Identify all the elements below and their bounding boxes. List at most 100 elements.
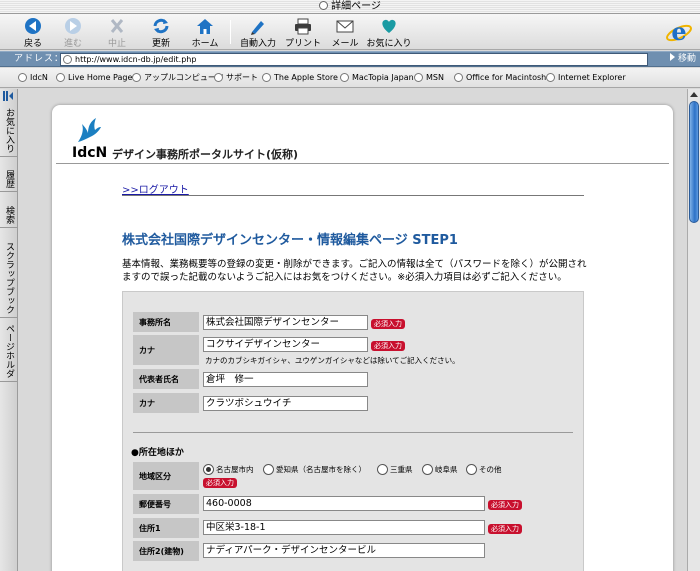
forward-arrow-icon [65,18,81,34]
region-radio-aichi[interactable]: 愛知県（名古屋市を除く） [263,464,366,476]
home-button[interactable]: ホーム [188,17,222,49]
side-tab-scrapbook[interactable]: スクラップブック [0,239,17,318]
window-title: 詳細ページ [331,1,381,12]
side-tab-page-holder[interactable]: ページホルダ [0,321,17,382]
favorite-link[interactable]: アップルコンピュータ [132,73,224,83]
globe-icon [454,73,463,82]
logout-link[interactable]: >>ログアウト [122,181,189,196]
intro-text: 基本情報、業務概要等の登録の変更・削除ができます。ご記入の情報は全て（パスワード… [122,259,587,283]
favorite-label: MacTopia Japan [352,73,414,82]
favorite-label: IdcN [30,73,48,82]
location-section-title: ●所在地ほか [131,448,184,458]
side-tab-history[interactable]: 履歴 [0,167,17,192]
favorite-label: Live Home Page [68,73,133,82]
mail-button[interactable]: メール [330,17,360,49]
autofill-icon [251,21,264,35]
stop-button[interactable]: 中止 [102,17,132,49]
radio-icon [466,464,477,475]
refresh-button[interactable]: 更新 [146,17,176,49]
mail-icon [336,20,354,33]
kana-label: カナ [133,335,199,365]
refresh-icon [153,18,169,34]
radio-selected-icon [203,464,214,475]
postal-input[interactable]: 460-0008 [203,496,485,511]
window-title-bar: 詳細ページ [0,0,700,14]
radio-label: 愛知県（名古屋市を除く） [276,465,366,474]
explorer-sidebar: お気に入り 履歴 検索 スクラップブック ページホルダ [0,89,18,571]
globe-icon [132,73,141,82]
kana-input[interactable]: コクサイデザインセンター [203,337,368,352]
favorite-link[interactable]: Office for Macintosh [454,73,546,83]
favorite-link[interactable]: Live Home Page [56,73,132,83]
required-badge: 必須入力 [203,478,237,488]
representative-kana-input[interactable]: クラツボシュウイチ [203,396,368,411]
favorite-label: アップルコンピュータ [144,73,224,82]
svg-text:e: e [671,17,686,46]
favorite-link[interactable]: The Apple Store [262,73,338,83]
header-divider [56,163,669,164]
stop-label: 中止 [107,39,126,49]
forward-button[interactable]: 進む [58,17,88,49]
address2-input[interactable]: ナディアパーク・デザインセンタービル [203,543,485,558]
mail-label: メール [331,39,359,49]
stop-icon [110,19,124,33]
internet-explorer-logo-icon: e [666,17,692,46]
region-radio-other[interactable]: その他 [466,464,502,476]
globe-icon [262,73,271,82]
globe-icon [414,73,423,82]
radio-label: 名古屋市内 [216,465,254,474]
favorite-link[interactable]: Internet Explorer [546,73,626,83]
bird-logo-icon [78,118,101,142]
print-label: プリント [284,39,321,49]
side-tab-favorites[interactable]: お気に入り [0,105,17,157]
home-icon [197,19,213,34]
favorite-label: MSN [426,73,444,82]
region-radio-gifu[interactable]: 岐阜県 [422,464,458,476]
go-label: 移動 [677,54,696,64]
heart-icon [382,19,396,33]
favorites-button[interactable]: お気に入り [366,17,412,49]
back-button[interactable]: 戻る [18,17,48,49]
home-label: ホーム [191,39,219,49]
autofill-button[interactable]: 自動入力 [238,17,278,49]
scroll-up-arrow-icon[interactable] [690,92,698,97]
radio-icon [422,464,433,475]
favorite-link[interactable]: MSN [414,73,444,83]
region-radio-mie[interactable]: 三重県 [377,464,413,476]
vertical-scrollbar[interactable] [687,89,700,571]
address1-label: 住所1 [133,518,199,538]
autofill-label: 自動入力 [239,39,276,49]
web-content: IdcN デザイン事務所ポータルサイト(仮称) >>ログアウト 株式会社国際デザ… [19,89,687,571]
back-label: 戻る [23,39,42,49]
page-icon [319,1,329,10]
address1-input[interactable]: 中区栄3-18-1 [203,520,485,535]
representative-input[interactable]: 倉坪 修一 [203,372,368,387]
forward-label: 進む [63,39,82,49]
favorites-bar: IdcN Live Home Page アップルコンピュータ サポート The … [0,68,700,88]
address-url: http://www.idcn-db.jp/edit.php [75,55,197,64]
section-divider [133,432,573,433]
radio-label: 三重県 [390,465,413,474]
side-tab-search[interactable]: 検索 [0,203,17,228]
required-badge: 必須入力 [371,319,405,329]
address-label: アドレス： [14,54,65,64]
favorite-link[interactable]: MacTopia Japan [340,73,414,83]
browser-toolbar: 戻る 進む 中止 更新 ホーム 自動入力 プリント メール お気に入り e [0,14,700,50]
sidebar-toggle-icon[interactable] [3,91,14,101]
go-button[interactable]: 移動 [669,53,696,66]
go-arrow-icon [669,53,675,61]
favorite-link[interactable]: IdcN [18,73,48,83]
print-button[interactable]: プリント [284,17,322,49]
scroll-thumb[interactable] [689,101,699,223]
page-globe-icon [63,55,72,64]
logout-divider [122,195,584,196]
region-radio-nagoya[interactable]: 名古屋市内 [203,464,254,476]
office-name-input[interactable]: 株式会社国際デザインセンター [203,315,368,330]
favorite-label: The Apple Store [274,73,338,82]
kana-note: カナのカブシキガイシャ、ユウゲンガイシャなどは除いてご記入ください。 [205,356,460,365]
globe-icon [340,73,349,82]
favorite-link[interactable]: サポート [214,73,258,83]
page-panel: IdcN デザイン事務所ポータルサイト(仮称) >>ログアウト 株式会社国際デザ… [52,105,673,571]
globe-icon [18,73,27,82]
address-input[interactable]: http://www.idcn-db.jp/edit.php [60,53,648,66]
